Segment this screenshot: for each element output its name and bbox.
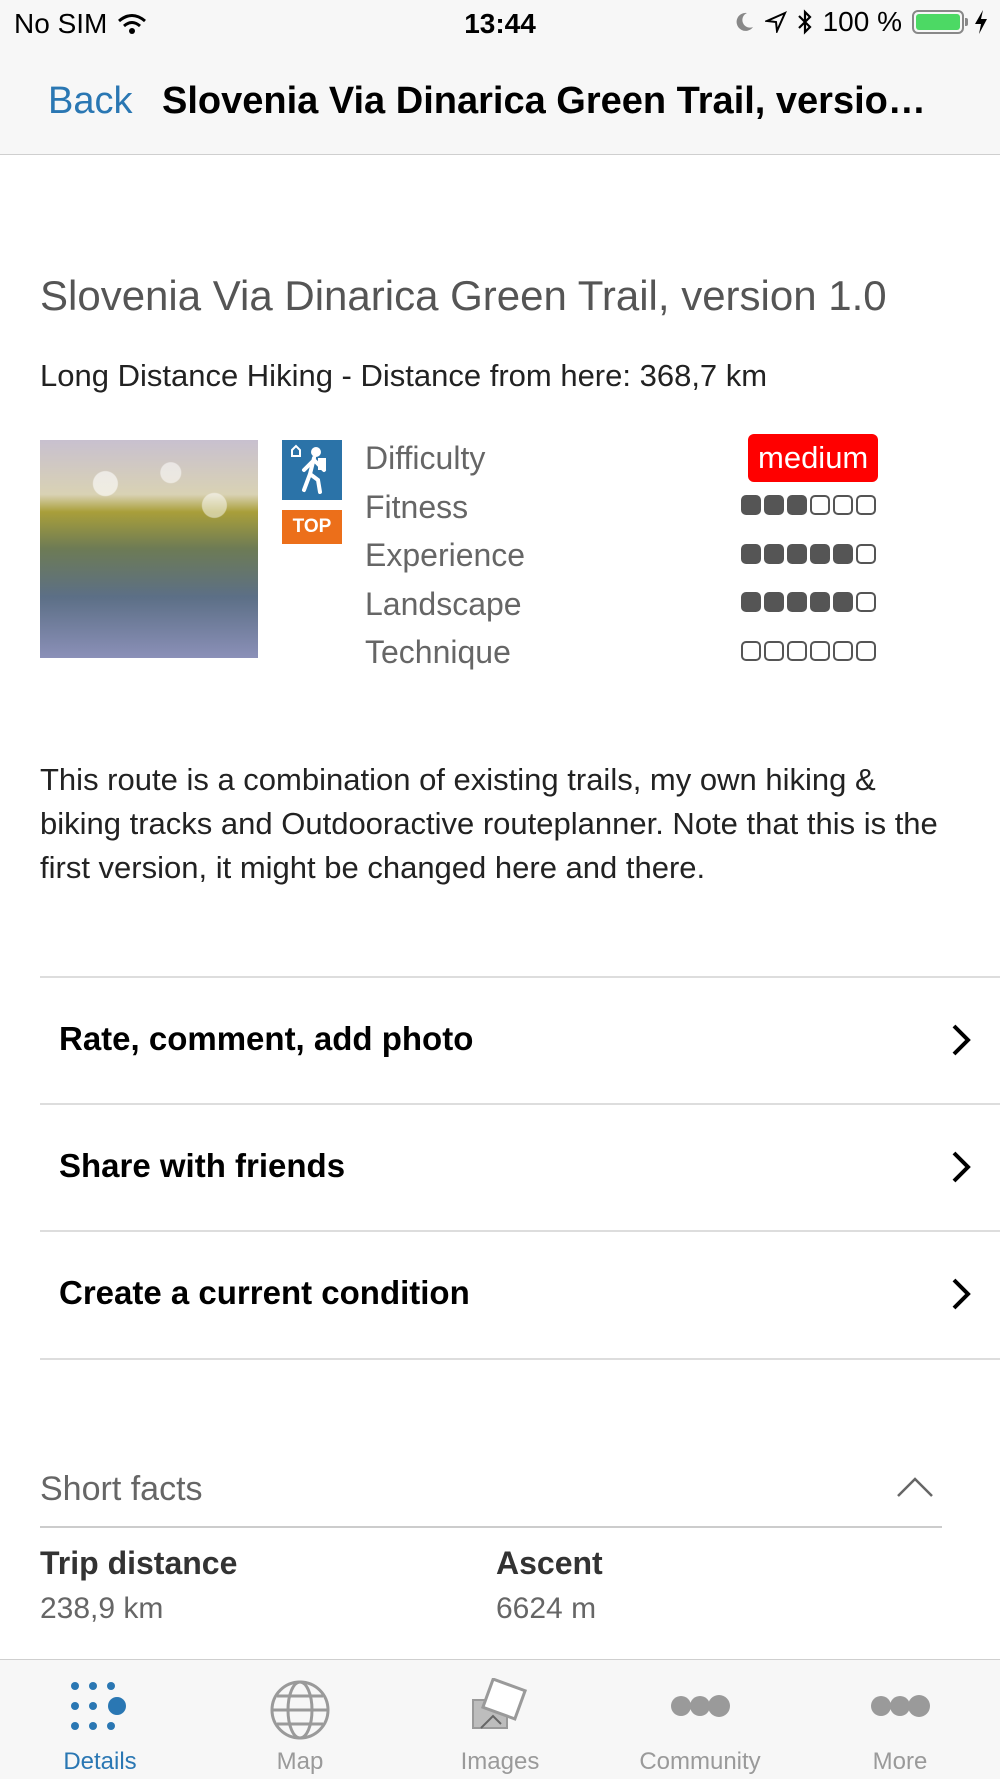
tab-bar: Details Map Images Community More <box>0 1659 1000 1779</box>
chevron-up-icon <box>897 1477 933 1497</box>
rating-dot <box>764 495 784 515</box>
top-badge: TOP <box>282 510 342 544</box>
more-icon <box>871 1695 930 1717</box>
rate-comment-row[interactable]: Rate, comment, add photo <box>40 976 1000 1104</box>
rating-dot <box>856 495 876 515</box>
tab-images-label: Images <box>460 1748 540 1775</box>
tab-images[interactable]: Images <box>400 1660 600 1779</box>
rating-dot <box>787 495 807 515</box>
nav-title: Slovenia Via Dinarica Green Trail, versi… <box>162 80 926 122</box>
rating-dot <box>741 544 761 564</box>
location-icon <box>764 11 787 33</box>
route-description: This route is a combination of existing … <box>40 762 938 885</box>
rating-dot <box>764 641 784 661</box>
divider <box>40 1358 1000 1360</box>
battery-icon <box>912 10 968 34</box>
rating-dot <box>741 592 761 612</box>
short-facts-header[interactable]: Short facts <box>40 1464 942 1528</box>
ascent-value: 6624 m <box>496 1592 597 1625</box>
route-subtitle: Long Distance Hiking - Distance from her… <box>40 358 768 393</box>
experience-label: Experience <box>365 537 526 573</box>
rating-dot <box>741 641 761 661</box>
community-icon <box>671 1695 730 1717</box>
tab-more-label: More <box>872 1748 928 1775</box>
bluetooth-icon <box>797 9 812 35</box>
route-thumbnail[interactable] <box>40 440 258 658</box>
details-dots-icon <box>71 1682 126 1730</box>
rating-dot <box>810 592 830 612</box>
chevron-right-icon <box>952 1278 971 1310</box>
rating-dot <box>764 544 784 564</box>
tab-details[interactable]: Details <box>0 1660 200 1779</box>
charging-icon <box>975 10 987 34</box>
trip-distance-value: 238,9 km <box>40 1592 164 1625</box>
rating-dot <box>856 592 876 612</box>
share-friends-label: Share with friends <box>59 1147 346 1184</box>
tab-details-label: Details <box>63 1748 137 1775</box>
rating-dot <box>833 641 853 661</box>
rating-dot <box>810 495 830 515</box>
ascent-label: Ascent <box>496 1545 603 1581</box>
rate-comment-label: Rate, comment, add photo <box>59 1020 474 1057</box>
rating-dot <box>741 495 761 515</box>
tab-community-label: Community <box>639 1748 761 1775</box>
rating-dot <box>787 544 807 564</box>
fitness-label: Fitness <box>365 488 469 525</box>
hiking-icon <box>282 440 342 500</box>
rating-dot <box>833 495 853 515</box>
tab-map[interactable]: Map <box>200 1660 400 1779</box>
rating-dot <box>833 544 853 564</box>
globe-icon <box>270 1680 330 1740</box>
chevron-right-icon <box>952 1151 971 1183</box>
difficulty-label: Difficulty <box>365 440 486 476</box>
share-friends-row[interactable]: Share with friends <box>40 1103 1000 1231</box>
rating-dot <box>833 592 853 612</box>
technique-label: Technique <box>365 634 511 670</box>
technique-rating <box>741 641 876 661</box>
rating-dot <box>764 592 784 612</box>
battery-percent: 100 % <box>822 6 902 37</box>
route-title: Slovenia Via Dinarica Green Trail, versi… <box>40 272 887 319</box>
fitness-rating <box>741 495 876 515</box>
rating-dot <box>856 641 876 661</box>
short-facts-title: Short facts <box>40 1470 203 1508</box>
rating-dot <box>787 592 807 612</box>
rating-dot <box>810 641 830 661</box>
experience-rating <box>741 544 876 564</box>
current-condition-row[interactable]: Create a current condition <box>40 1230 1000 1358</box>
tab-more[interactable]: More <box>800 1660 1000 1779</box>
tab-map-label: Map <box>276 1748 324 1775</box>
images-icon <box>472 1678 528 1729</box>
landscape-label: Landscape <box>365 585 522 622</box>
rating-labels: Difficulty Fitness Experience Landscape … <box>365 434 525 677</box>
rating-dot <box>810 544 830 564</box>
current-condition-label: Create a current condition <box>59 1274 470 1311</box>
landscape-rating <box>741 592 876 612</box>
chevron-right-icon <box>952 1024 971 1056</box>
back-button[interactable]: Back <box>48 80 132 123</box>
navigation-bar: Back Slovenia Via Dinarica Green Trail, … <box>0 50 1000 155</box>
rating-dot <box>787 641 807 661</box>
status-bar: No SIM 13:44 100 % <box>0 0 1000 50</box>
moon-icon <box>736 12 753 31</box>
difficulty-badge: medium <box>748 434 879 482</box>
rating-dot <box>856 544 876 564</box>
trip-distance-label: Trip distance <box>40 1545 238 1581</box>
tab-community[interactable]: Community <box>600 1660 800 1779</box>
